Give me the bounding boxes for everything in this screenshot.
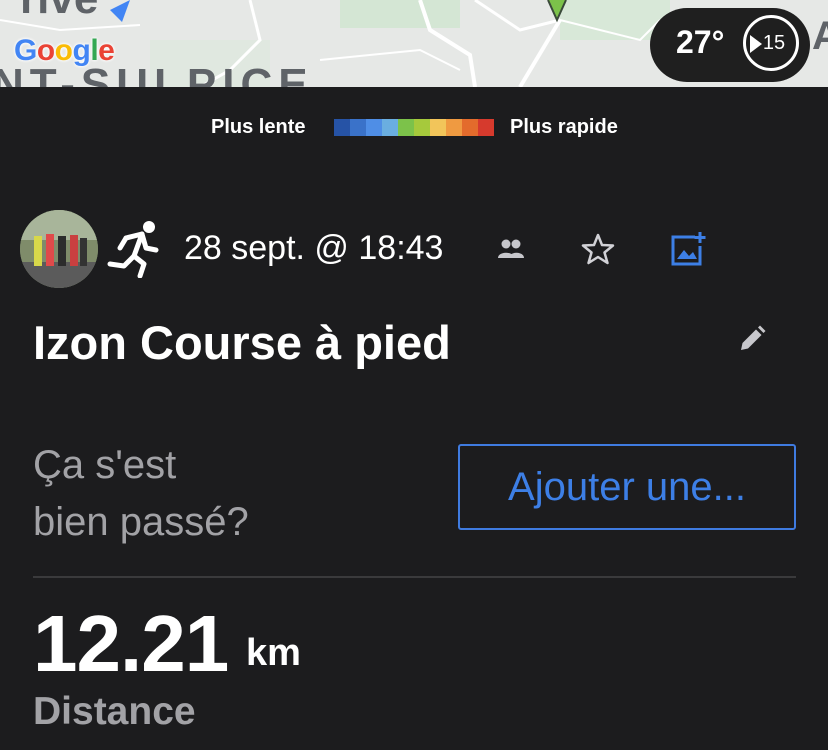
map-view[interactable]: rive NT-SULPICE Google A 27° 15 <box>0 0 828 87</box>
pace-color-swatch <box>478 119 494 136</box>
google-logo: Google <box>14 34 115 67</box>
divider <box>33 576 796 578</box>
distance-value: 12.21 <box>33 599 229 688</box>
group-icon[interactable] <box>497 238 525 260</box>
pace-color-swatch <box>398 119 414 136</box>
activity-title: Izon Course à pied <box>33 316 451 369</box>
feedback-question-line1: Ça s'est <box>33 443 177 487</box>
pace-color-swatch <box>430 119 446 136</box>
activity-date: 28 sept. @ 18:43 <box>184 229 444 267</box>
distance-label: Distance <box>33 690 196 733</box>
aqi-value: 15 <box>762 32 786 54</box>
pace-color-scale <box>334 119 494 136</box>
add-feedback-button[interactable]: Ajouter une... <box>458 444 796 530</box>
pace-color-swatch <box>382 119 398 136</box>
avatar-photo <box>20 210 98 288</box>
legend-fast-label: Plus rapide <box>510 116 618 138</box>
distance-unit: km <box>246 632 301 674</box>
avatar[interactable] <box>20 210 98 288</box>
pace-color-swatch <box>462 119 478 136</box>
pace-color-swatch <box>334 119 350 136</box>
pace-color-swatch <box>366 119 382 136</box>
weather-badge[interactable]: 27° 15 <box>650 8 810 82</box>
pace-legend: Plus lente Plus rapide <box>0 112 828 142</box>
edit-pencil-icon[interactable] <box>737 324 767 354</box>
pace-color-swatch <box>446 119 462 136</box>
temperature-value: 27° <box>676 24 725 60</box>
star-icon[interactable] <box>581 232 615 266</box>
add-photo-icon[interactable] <box>669 230 707 268</box>
running-icon <box>107 221 159 278</box>
map-edge-label: A <box>812 14 828 58</box>
map-place-label-top: rive <box>20 0 98 24</box>
pace-color-swatch <box>350 119 366 136</box>
legend-slow-label: Plus lente <box>211 116 306 138</box>
pace-color-swatch <box>414 119 430 136</box>
aqi-indicator: 15 <box>743 15 799 71</box>
feedback-question-line2: bien passé? <box>33 500 249 544</box>
feedback-question: Ça s'est bien passé? <box>33 437 249 551</box>
